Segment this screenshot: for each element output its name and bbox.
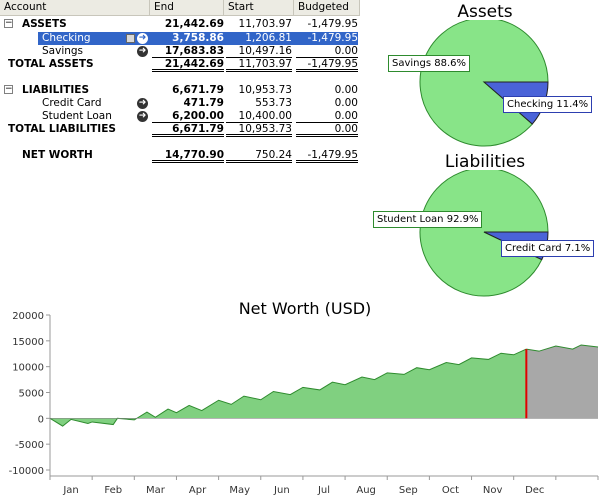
y-tick-label: 20000: [12, 311, 44, 322]
y-tick-label: 0: [38, 414, 44, 425]
x-tick-label: Nov: [483, 485, 503, 496]
account-name: Checking: [42, 32, 91, 44]
y-tick-label: -5000: [15, 440, 44, 451]
assets-pie-chart: [419, 20, 549, 147]
total-row-assets: TOTAL ASSETS 21,442.69 11,703.97 -1,479.…: [0, 58, 360, 72]
x-tick-label: Jun: [273, 485, 290, 496]
x-tick-label: May: [229, 485, 250, 496]
group-row-liabilities[interactable]: − LIABILITIES 6,671.79 10,953.73 0.00: [0, 84, 360, 97]
total-end: 6,671.79: [152, 123, 224, 137]
group-row-assets[interactable]: − ASSETS 21,442.69 11,703.97 -1,479.95: [0, 18, 360, 31]
account-start: 1,206.81: [245, 32, 292, 44]
net-worth-row: NET WORTH 14,770.90 750.24 -1,479.95: [0, 149, 360, 163]
x-tick-label: Jul: [317, 485, 330, 496]
column-header-budgeted[interactable]: Budgeted: [294, 0, 360, 16]
total-label: TOTAL ASSETS: [8, 58, 94, 70]
go-arrow-icon[interactable]: ➜: [137, 111, 148, 122]
go-arrow-icon[interactable]: ➜: [137, 33, 148, 44]
x-tick-label: Dec: [525, 485, 544, 496]
column-header-account[interactable]: Account: [0, 0, 150, 16]
net-worth-chart: -10000 -5000 0 5000 10000 15000 20000 Jan Feb Mar…: [9, 311, 599, 496]
net-worth-label: NET WORTH: [22, 149, 93, 161]
account-budgeted: 0.00: [334, 97, 358, 109]
x-tick-label: Aug: [356, 485, 376, 496]
pie-label-checking: Checking 11.4%: [503, 96, 593, 113]
collapse-icon[interactable]: −: [4, 85, 13, 94]
account-budgeted: 0.00: [296, 110, 358, 123]
total-budgeted: 0.00: [296, 123, 358, 137]
y-tick-label: 5000: [19, 389, 44, 400]
group-start: 10,953.73: [238, 84, 292, 96]
liabilities-pie-title: Liabilities: [444, 152, 526, 172]
total-budgeted: -1,479.95: [296, 58, 358, 72]
account-start: 10,400.00: [226, 110, 292, 123]
net-worth-budgeted: -1,479.95: [296, 149, 358, 163]
table-row-credit-card[interactable]: Credit Card ➜ 471.79 553.73 0.00: [0, 97, 360, 110]
total-start: 11,703.97: [226, 58, 292, 72]
liabilities-pie-chart: [419, 170, 549, 297]
column-header-label: Start: [228, 1, 254, 13]
net-worth-end: 14,770.90: [152, 149, 224, 163]
register-icon[interactable]: [126, 34, 135, 43]
account-start: 10,497.16: [226, 45, 292, 58]
x-tick-label: Mar: [146, 485, 166, 496]
account-name: Credit Card: [42, 97, 102, 109]
total-start: 10,953.73: [226, 123, 292, 137]
x-tick-label: Feb: [104, 485, 122, 496]
total-row-liabilities: TOTAL LIABILITIES 6,671.79 10,953.73 0.0…: [0, 123, 360, 137]
group-budgeted: -1,479.95: [307, 18, 358, 30]
account-end: 3,758.86: [172, 32, 224, 44]
account-start: 553.73: [255, 97, 292, 109]
y-tick-label: -10000: [9, 466, 44, 477]
group-end: 6,671.79: [172, 84, 224, 96]
account-end: 6,200.00: [152, 110, 224, 123]
total-label: TOTAL LIABILITIES: [8, 123, 116, 135]
column-header-label: End: [154, 1, 174, 13]
account-name: Savings: [42, 45, 84, 57]
account-budgeted: -1,479.95: [307, 32, 358, 44]
x-tick-label: Oct: [442, 485, 459, 496]
group-end: 21,442.69: [164, 18, 224, 30]
table-row-savings[interactable]: Savings ➜ 17,683.83 10,497.16 0.00: [0, 45, 360, 58]
x-tick-label: Apr: [189, 485, 207, 496]
table-row-checking[interactable]: Checking ➜ 3,758.86 1,206.81 -1,479.95: [0, 32, 360, 45]
y-tick-label: 15000: [12, 337, 44, 348]
group-label: LIABILITIES: [22, 84, 90, 96]
account-end: 471.79: [183, 97, 224, 109]
account-end: 17,683.83: [152, 45, 224, 58]
account-name: Student Loan: [42, 110, 112, 122]
net-worth-start: 750.24: [226, 149, 292, 163]
account-budgeted: 0.00: [296, 45, 358, 58]
go-arrow-icon[interactable]: ➜: [137, 46, 148, 57]
net-worth-projection-area: [526, 344, 598, 419]
column-header-end[interactable]: End: [150, 0, 224, 16]
total-end: 21,442.69: [152, 58, 224, 72]
column-header-start[interactable]: Start: [224, 0, 294, 16]
x-tick-label: Jan: [62, 485, 78, 496]
assets-pie-title: Assets: [457, 2, 513, 22]
table-row-student-loan[interactable]: Student Loan ➜ 6,200.00 10,400.00 0.00: [0, 110, 360, 123]
x-tick-label: Sep: [399, 485, 418, 496]
group-start: 11,703.97: [238, 18, 292, 30]
net-worth-area: [50, 349, 527, 427]
pie-label-credit-card: Credit Card 7.1%: [501, 240, 595, 257]
column-header-label: Budgeted: [298, 1, 349, 13]
collapse-icon[interactable]: −: [4, 19, 13, 28]
group-label: ASSETS: [22, 18, 67, 30]
pie-label-student-loan: Student Loan 92.9%: [373, 211, 483, 228]
go-arrow-icon[interactable]: ➜: [137, 98, 148, 109]
column-header-label: Account: [4, 1, 47, 13]
group-budgeted: 0.00: [334, 84, 358, 96]
y-tick-label: 10000: [12, 363, 44, 374]
pie-label-savings: Savings 88.6%: [388, 55, 471, 72]
